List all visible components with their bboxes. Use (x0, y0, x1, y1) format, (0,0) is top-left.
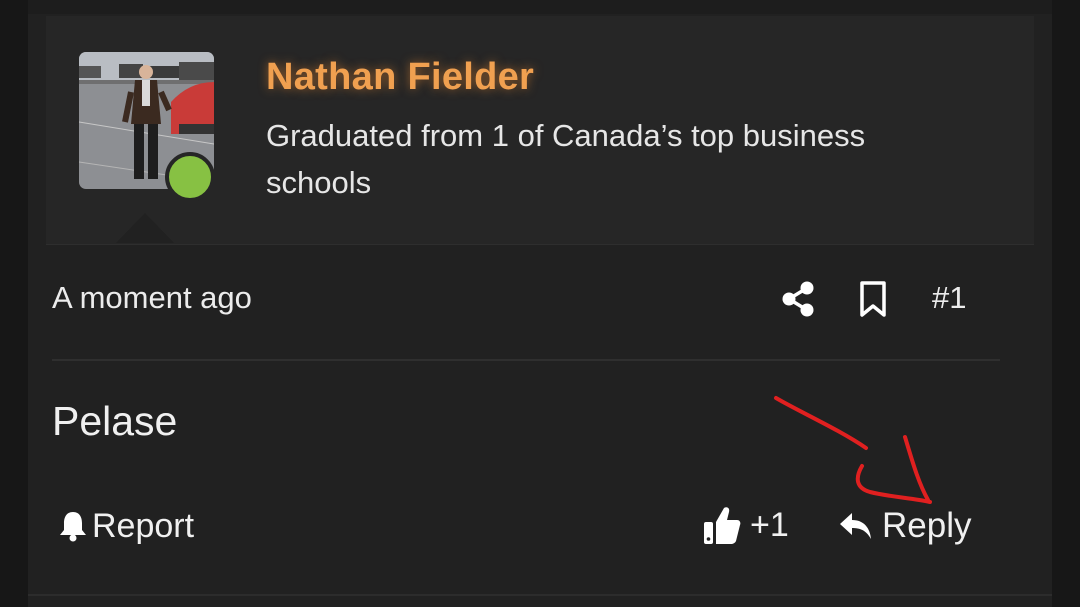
post-message: Pelase (52, 398, 178, 444)
avatar[interactable] (79, 52, 215, 202)
thumbs-up-icon (704, 507, 741, 544)
divider (52, 359, 1000, 361)
post-bottom-border (28, 594, 1052, 596)
report-button[interactable]: Report (58, 504, 194, 548)
report-label: Report (92, 506, 195, 545)
like-count: +1 (750, 505, 789, 544)
post-top-strip (28, 0, 1052, 14)
bookmark-icon[interactable] (858, 280, 888, 318)
author-name[interactable]: Nathan Fielder (266, 56, 534, 99)
share-icon[interactable] (780, 280, 816, 318)
post-meta-row: A moment ago #1 (52, 276, 972, 326)
author-title: Graduated from 1 of Canada’s top busines… (266, 118, 866, 200)
like-button[interactable]: +1 (702, 502, 789, 548)
user-block: Nathan Fielder Graduated from 1 of Canad… (46, 16, 1034, 245)
post-actions: Report +1 Reply (52, 500, 1002, 550)
online-status-indicator (165, 152, 215, 202)
post-timestamp: A moment ago (52, 280, 252, 315)
post-number[interactable]: #1 (932, 280, 966, 316)
reply-icon (840, 513, 871, 539)
user-block-arrow (116, 213, 174, 243)
bell-icon (60, 512, 86, 542)
reply-label: Reply (882, 506, 972, 545)
reply-button[interactable]: Reply (838, 504, 971, 548)
